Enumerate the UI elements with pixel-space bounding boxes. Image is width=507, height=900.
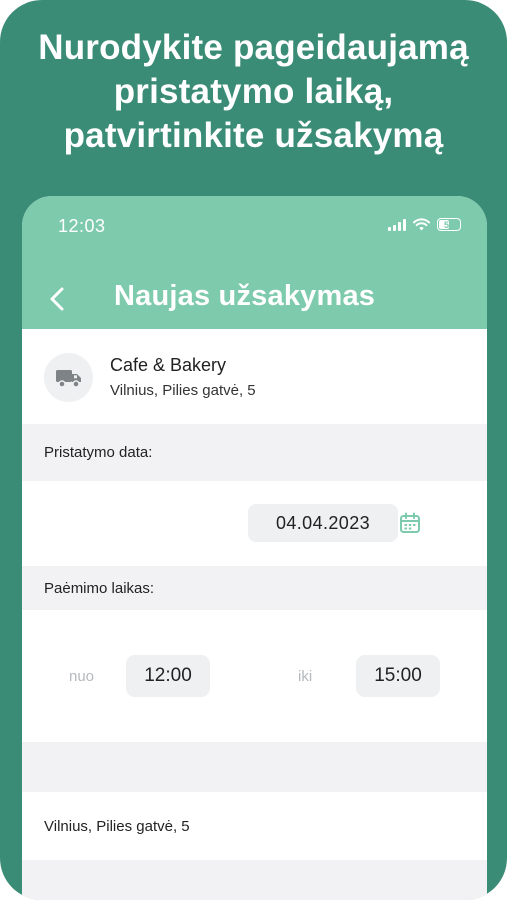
headline-line-3: patvirtinkite užsakymą bbox=[63, 116, 444, 155]
headline-line-1: Nurodykite pageidaujamą bbox=[38, 28, 469, 67]
store-address: Vilnius, Pilies gatvė, 5 bbox=[110, 382, 256, 399]
address-section[interactable]: Vilnius, Pilies gatvė, 5 bbox=[22, 792, 487, 860]
time-to-label: iki bbox=[298, 668, 313, 685]
headline-line-2: pristatymo laiką, bbox=[113, 72, 394, 111]
back-button[interactable] bbox=[42, 284, 72, 314]
wifi-icon bbox=[413, 218, 430, 231]
promo-frame: Nurodykite pageidaujamą pristatymo laiką… bbox=[0, 0, 507, 900]
phone-screen: 12:03 56 Naujas užsakymas Cafe & Bakery … bbox=[22, 196, 487, 900]
pickup-time-section: nuo 12:00 iki 15:00 bbox=[22, 610, 487, 742]
battery-level: 56 bbox=[443, 219, 454, 230]
signal-icon bbox=[388, 218, 406, 231]
delivery-date-label: Pristatymo data: bbox=[22, 424, 487, 481]
battery-icon: 56 bbox=[437, 218, 461, 231]
delivery-date-picker[interactable]: 04.04.2023 bbox=[248, 504, 398, 542]
chevron-left-icon bbox=[50, 287, 64, 311]
delivery-date-section: 04.04.2023 bbox=[22, 481, 487, 566]
page-title: Naujas užsakymas bbox=[114, 280, 376, 312]
time-from-label: nuo bbox=[69, 668, 95, 685]
truck-icon bbox=[55, 369, 81, 388]
delivery-address: Vilnius, Pilies gatvė, 5 bbox=[44, 818, 190, 835]
promo-headline: Nurodykite pageidaujamą pristatymo laiką… bbox=[0, 26, 507, 158]
empty-label-band bbox=[22, 742, 487, 792]
store-name: Cafe & Bakery bbox=[110, 355, 227, 375]
time-to-picker[interactable]: 15:00 bbox=[356, 655, 440, 697]
store-avatar bbox=[44, 353, 93, 402]
store-card: Cafe & Bakery Vilnius, Pilies gatvė, 5 bbox=[22, 329, 487, 424]
time-from-picker[interactable]: 12:00 bbox=[126, 655, 210, 697]
pickup-time-label: Paėmimo laikas: bbox=[22, 566, 487, 610]
next-label-band bbox=[22, 860, 487, 900]
status-icons: 56 bbox=[388, 218, 461, 231]
app-header: 12:03 56 Naujas užsakymas bbox=[22, 196, 487, 329]
calendar-icon[interactable] bbox=[399, 512, 421, 534]
status-time: 12:03 bbox=[58, 216, 106, 236]
